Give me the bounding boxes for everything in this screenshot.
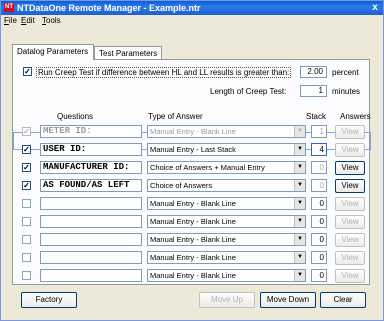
answer-type-value: Manual Entry - Blank Line [150,199,236,208]
answer-type-value: Choice of Answers [150,181,213,190]
menu-edit[interactable]: Edit [21,15,35,27]
window-title: NTDataOne Remote Manager - Example.ntr [17,3,201,13]
answer-type-select[interactable]: Manual Entry - Blank Line ▼ [147,197,306,210]
answer-type-value: Manual Entry - Blank Line [150,235,236,244]
answer-type-value: Manual Entry - Blank Line [150,127,236,136]
question-input[interactable]: AS FOUND/AS LEFT [40,179,142,192]
stack-input[interactable]: 0 [311,161,327,174]
question-input[interactable] [40,233,142,246]
row-checkbox[interactable] [22,253,31,262]
stack-input[interactable]: 4 [311,143,327,156]
title-bar[interactable]: NT NTDataOne Remote Manager - Example.nt… [1,1,383,15]
chevron-down-icon[interactable]: ▼ [294,126,305,137]
creep-length-label: Length of Creep Test: [210,87,287,96]
view-button[interactable]: View [335,251,365,265]
view-button[interactable]: View [335,161,365,175]
answer-type-select[interactable]: Manual Entry - Blank Line ▼ [147,251,306,264]
view-button[interactable]: View [335,179,365,193]
answer-type-value: Manual Entry - Blank Line [150,253,236,262]
threshold-unit: percent [332,68,359,77]
answer-type-select[interactable]: Manual Entry - Blank Line ▼ [147,215,306,228]
stack-input[interactable]: 0 [311,269,327,282]
creep-test-checkbox[interactable]: ✓ [23,67,32,76]
chevron-down-icon[interactable]: ▼ [294,198,305,209]
header-questions: Questions [57,112,94,121]
answer-type-select[interactable]: Manual Entry - Blank Line ▼ [147,125,306,138]
question-input[interactable]: METER ID: [40,125,142,138]
move-down-button[interactable]: Move Down [260,292,316,308]
answer-type-value: Choice of Answers + Manual Entry [150,163,265,172]
stack-input[interactable]: 0 [311,215,327,228]
chevron-down-icon[interactable]: ▼ [294,162,305,173]
menu-file[interactable]: File [4,15,17,27]
row-checkbox[interactable] [22,199,31,208]
view-button[interactable]: View [335,233,365,247]
chevron-down-icon[interactable]: ▼ [294,180,305,191]
view-button[interactable]: View [335,143,365,157]
question-input[interactable] [40,197,142,210]
answer-type-value: Manual Entry - Last Stack [150,145,236,154]
factory-button[interactable]: Factory [21,292,77,308]
chevron-down-icon[interactable]: ▼ [294,144,305,155]
header-stack: Stack [306,112,327,121]
chevron-down-icon[interactable]: ▼ [294,234,305,245]
row-checkbox[interactable]: ✓ [22,127,31,136]
question-input[interactable] [40,251,142,264]
creep-length-input[interactable]: 1 [300,85,327,97]
creep-threshold-input[interactable]: 2.00 [300,66,327,78]
creep-test-label: Run Creep Test if difference between HL … [36,67,292,78]
clear-button[interactable]: Clear [320,292,366,308]
question-input[interactable] [40,215,142,228]
view-button[interactable]: View [335,197,365,211]
row-checkbox[interactable] [22,217,31,226]
answer-type-value: Manual Entry - Blank Line [150,217,236,226]
question-input[interactable]: USER ID: [40,143,142,156]
row-checkbox[interactable] [22,235,31,244]
chevron-down-icon[interactable]: ▼ [294,270,305,281]
header-type: Type of Answer [148,112,203,121]
row-checkbox[interactable]: ✓ [22,181,31,190]
move-up-button[interactable]: Move Up [199,292,255,308]
row-checkbox[interactable]: ✓ [22,163,31,172]
length-unit: minutes [332,87,361,96]
stack-input[interactable]: 0 [311,197,327,210]
question-input[interactable]: MANUFACTURER ID: [40,161,142,174]
tab-test-parameters[interactable]: Test Parameters [94,46,162,60]
stack-input[interactable]: 0 [311,179,327,192]
answer-type-select[interactable]: Manual Entry - Last Stack ▼ [147,143,306,156]
app-icon: NT [4,3,14,12]
answer-type-value: Manual Entry - Blank Line [150,271,236,280]
stack-input[interactable]: 1 [311,125,327,138]
view-button[interactable]: View [335,125,365,139]
answer-type-select[interactable]: Manual Entry - Blank Line ▼ [147,233,306,246]
question-input[interactable] [40,269,142,282]
row-checkbox[interactable]: ✓ [22,145,31,154]
stack-input[interactable]: 0 [311,233,327,246]
menu-bar: File Edit Tools [1,15,383,27]
close-button[interactable]: x [369,2,381,13]
view-button[interactable]: View [335,269,365,283]
header-answers: Answers [340,112,371,121]
chevron-down-icon[interactable]: ▼ [294,252,305,263]
answer-type-select[interactable]: Choice of Answers + Manual Entry ▼ [147,161,306,174]
chevron-down-icon[interactable]: ▼ [294,216,305,227]
stack-input[interactable]: 0 [311,251,327,264]
view-button[interactable]: View [335,215,365,229]
answer-type-select[interactable]: Choice of Answers ▼ [147,179,306,192]
answer-type-select[interactable]: Manual Entry - Blank Line ▼ [147,269,306,282]
menu-tools[interactable]: Tools [42,15,61,27]
tab-datalog-parameters[interactable]: Datalog Parameters [12,44,94,60]
row-checkbox[interactable] [22,271,31,280]
